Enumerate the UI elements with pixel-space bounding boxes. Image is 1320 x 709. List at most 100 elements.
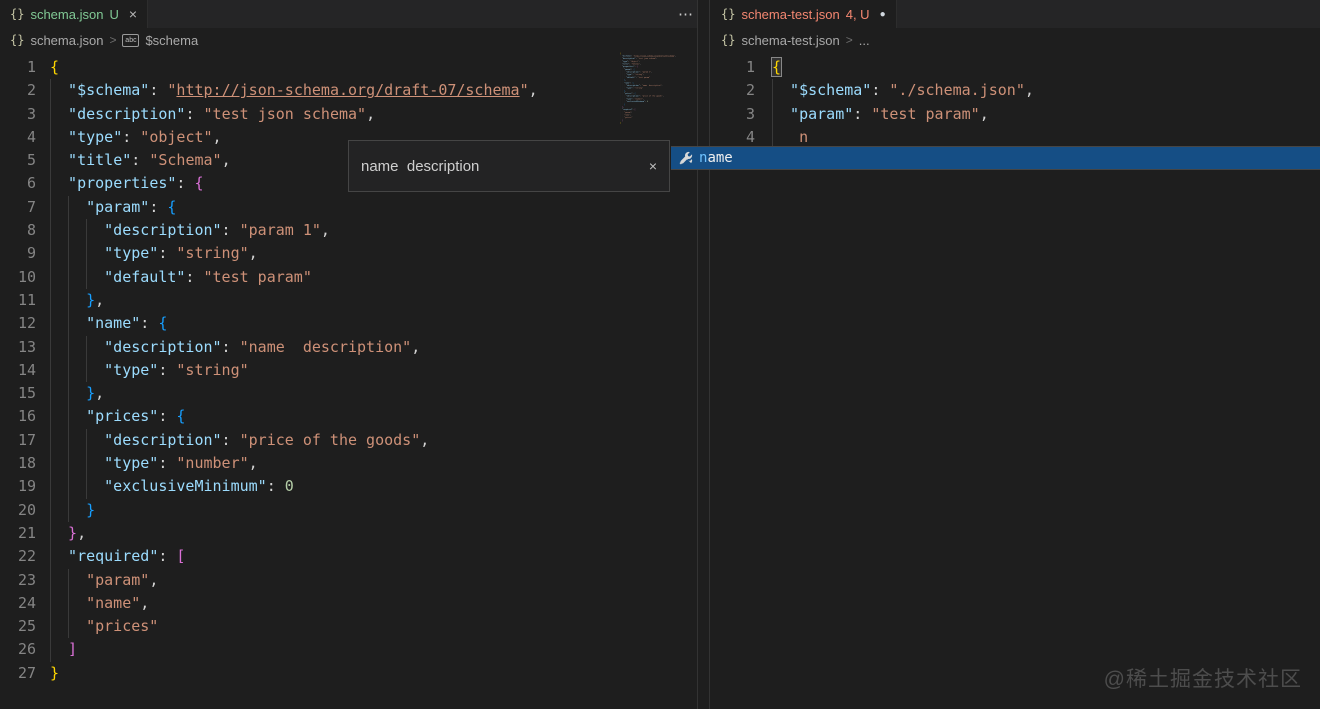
indent-guide (50, 242, 68, 265)
line-number: 16 (0, 405, 36, 428)
breadcrumb: {} schema-test.json > ... (711, 28, 1320, 52)
wrench-icon (679, 151, 693, 165)
breadcrumb-ellipsis[interactable]: ... (859, 33, 870, 48)
code-line[interactable]: 7"param": { (0, 196, 710, 219)
indent-guide (50, 405, 68, 428)
indent-guide (50, 79, 68, 102)
line-number: 26 (0, 638, 36, 661)
code-line[interactable]: 12"name": { (0, 312, 710, 335)
indent-guide (50, 126, 68, 149)
indent-guide (50, 336, 68, 359)
indent-guide (68, 266, 86, 289)
indent-guide (68, 615, 86, 638)
code-line[interactable]: 24"name", (0, 592, 710, 615)
line-number: 20 (0, 499, 36, 522)
minimap[interactable]: 1{2"$schema": "http://json-schema.org/dr… (620, 52, 696, 138)
code-line[interactable]: 11}, (0, 289, 710, 312)
json-file-icon: {} (721, 33, 735, 47)
indent-guide (50, 382, 68, 405)
indent-guide (50, 172, 68, 195)
suggest-rest: ame (707, 150, 732, 166)
editor-group-left: {} schema.json U × ⋯ {} schema.json > ab… (0, 0, 710, 709)
code-line[interactable]: 10"default": "test param" (0, 266, 710, 289)
indent-guide (86, 242, 104, 265)
line-number: 1 (0, 56, 36, 79)
indent-guide (68, 405, 86, 428)
indent-guide (50, 196, 68, 219)
code-line[interactable]: 8"description": "param 1", (0, 219, 710, 242)
indent-guide (86, 452, 104, 475)
line-number: 3 (0, 103, 36, 126)
more-actions-icon[interactable]: ⋯ (678, 0, 694, 28)
code-line[interactable]: 1{ (0, 56, 710, 79)
line-number: 2 (711, 79, 755, 102)
close-icon[interactable]: × (649, 158, 657, 174)
code-line[interactable]: 9"type": "string", (0, 242, 710, 265)
code-line[interactable]: 19"exclusiveMinimum": 0 (0, 475, 710, 498)
code-line[interactable]: 2"$schema": "./schema.json", (711, 79, 1320, 102)
breadcrumb-file[interactable]: schema.json (30, 33, 103, 48)
code-line[interactable]: 21}, (0, 522, 710, 545)
code-line[interactable]: 3"description": "test json schema", (0, 103, 710, 126)
code-line[interactable]: 18"type": "number", (0, 452, 710, 475)
code-line[interactable]: 22"required": [ (0, 545, 710, 568)
code-line[interactable]: 20} (0, 499, 710, 522)
code-line[interactable]: 3"param": "test param", (711, 103, 1320, 126)
minimap-content: 1{2"$schema": "http://json-schema.org/dr… (620, 52, 694, 124)
indent-guide (86, 336, 104, 359)
code-line[interactable]: 17"description": "price of the goods", (0, 429, 710, 452)
watermark: @稀土掘金技术社区 (1104, 663, 1302, 693)
indent-guide (68, 242, 86, 265)
line-number: 4 (0, 126, 36, 149)
indent-guide (86, 429, 104, 452)
indent-guide (86, 475, 104, 498)
code-line[interactable]: 25"prices" (0, 615, 710, 638)
code-line[interactable]: 14"type": "string" (0, 359, 710, 382)
indent-guide (68, 499, 86, 522)
indent-guide (50, 219, 68, 242)
breadcrumb-file[interactable]: schema-test.json (741, 33, 839, 48)
line-number: 17 (0, 429, 36, 452)
suggest-docs-text: name description (361, 158, 649, 175)
tab-title: schema.json (30, 7, 103, 22)
symbol-string-icon: abc (122, 34, 139, 47)
code-line[interactable]: 15}, (0, 382, 710, 405)
code-line[interactable]: 1{ (711, 56, 1320, 79)
tab-schema-json[interactable]: {} schema.json U × (0, 0, 148, 28)
line-number: 6 (0, 172, 36, 195)
indent-guide (50, 429, 68, 452)
code-line[interactable]: 26] (0, 638, 710, 661)
code-line[interactable]: 13"description": "name description", (0, 336, 710, 359)
code-line[interactable]: 23"param", (0, 569, 710, 592)
tab-bar-right: {} schema-test.json 4, U ● (711, 0, 1320, 28)
indent-guide (68, 452, 86, 475)
indent-guide (50, 615, 68, 638)
suggest-docs-panel: name description × (348, 140, 670, 192)
line-number: 8 (0, 219, 36, 242)
breadcrumb-symbol[interactable]: $schema (145, 33, 198, 48)
line-number: 10 (0, 266, 36, 289)
close-icon[interactable]: × (129, 6, 137, 22)
code-line[interactable]: 27} (620, 122, 694, 125)
chevron-right-icon: > (846, 33, 853, 47)
editor-group-divider[interactable] (697, 0, 710, 709)
code-line[interactable]: 16"prices": { (0, 405, 710, 428)
line-number: 27 (0, 662, 36, 685)
json-file-icon: {} (10, 33, 24, 47)
indent-guide (772, 79, 790, 102)
problems-badge: 4, U (846, 7, 870, 22)
indent-guide (68, 382, 86, 405)
line-number: 24 (0, 592, 36, 615)
indent-guide (50, 475, 68, 498)
indent-guide (68, 359, 86, 382)
indent-guide (68, 196, 86, 219)
code-line[interactable]: 27} (0, 662, 710, 685)
indent-guide (68, 312, 86, 335)
code-line[interactable]: 2"$schema": "http://json-schema.org/draf… (0, 79, 710, 102)
tab-schema-test-json[interactable]: {} schema-test.json 4, U ● (711, 0, 897, 28)
line-number: 1 (711, 56, 755, 79)
tab-title: schema-test.json (741, 7, 839, 22)
dirty-indicator-icon[interactable]: ● (880, 9, 886, 20)
indent-guide (68, 336, 86, 359)
suggest-item-name[interactable]: name (671, 146, 1320, 170)
